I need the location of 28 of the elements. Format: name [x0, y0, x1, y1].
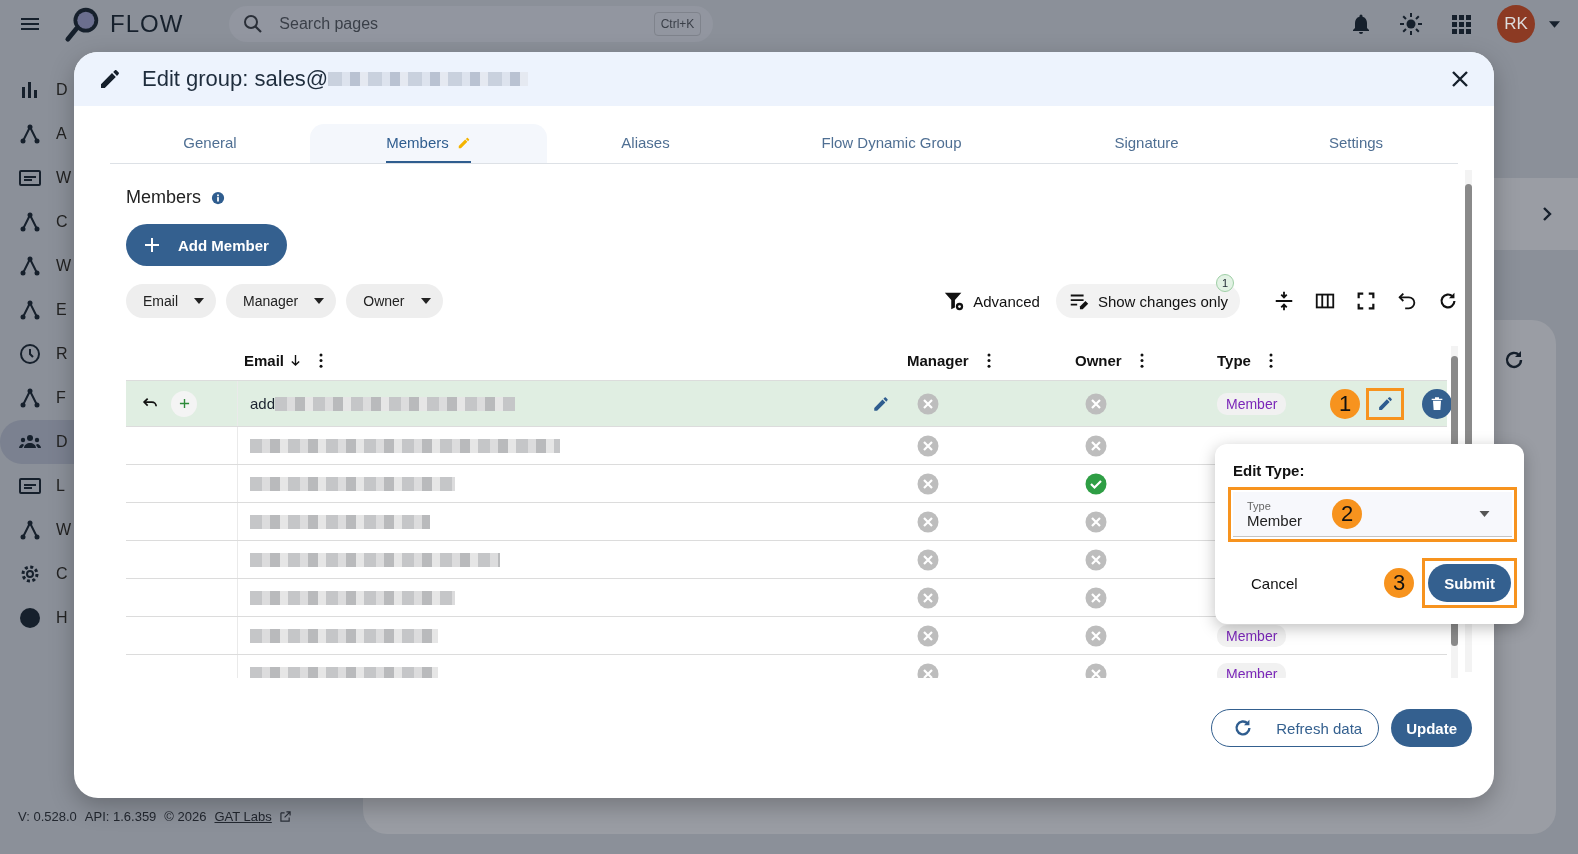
api-version-text: API: 1.6.359 [84, 809, 157, 824]
brand-name: FLOW [110, 10, 184, 38]
sidebar-label: H [56, 609, 68, 627]
sidebar-label: E [56, 301, 67, 319]
step-marker: 3 [1384, 568, 1415, 598]
sidebar-label: D [56, 433, 68, 451]
sidebar-label: W [56, 257, 72, 275]
type-tag: Member [1217, 393, 1287, 415]
sidebar-label: W [56, 521, 72, 539]
sidebar-label: C [56, 213, 68, 231]
step-marker: 2 [1332, 499, 1362, 529]
dialog-title: Edit group: sales@ [142, 66, 329, 92]
sidebar-label: R [56, 345, 68, 363]
copyright-text: © 2026 [164, 809, 207, 824]
shortcut-hint: Ctrl+K [653, 12, 702, 36]
sidebar-label: L [56, 477, 65, 495]
popover-title: Edit Type: [1233, 462, 1306, 479]
table-cell: add [250, 395, 276, 413]
sidebar-label: C [56, 565, 68, 583]
section-title: Members [126, 187, 201, 209]
step-marker: 1 [1330, 389, 1360, 419]
sidebar-label: A [56, 125, 67, 143]
sidebar-label: F [56, 389, 66, 407]
change-count-badge: 1 [1216, 274, 1234, 293]
type-tag: Member [1217, 625, 1287, 647]
sidebar-label: D [56, 81, 68, 99]
version-text: V: 0.528.0 [18, 809, 77, 824]
sidebar-label: W [56, 169, 72, 187]
